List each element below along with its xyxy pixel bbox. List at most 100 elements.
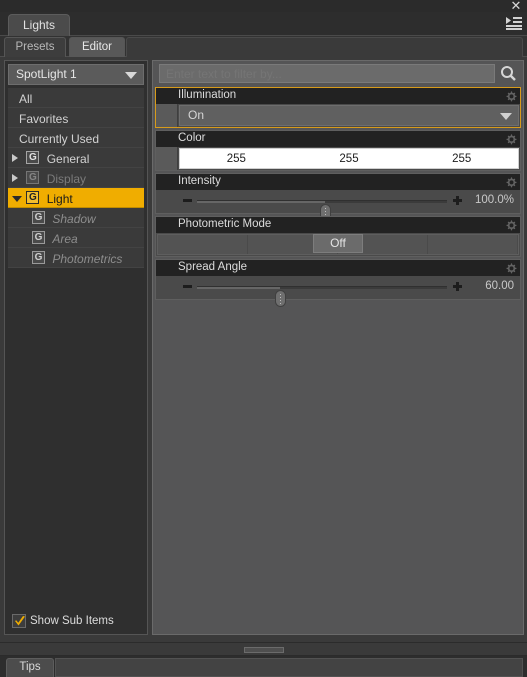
group-badge-icon: G	[32, 251, 45, 265]
sidebar-item-label: Favorites	[19, 111, 69, 126]
tab-presets[interactable]: Presets	[4, 37, 66, 57]
sidebar-item-label: Shadow	[52, 211, 96, 226]
property-group-spread-angle: Spread Angle 60.00	[155, 259, 521, 307]
color-channel-g[interactable]: 255	[293, 149, 406, 168]
segment-slot[interactable]	[158, 235, 248, 254]
property-list: Illumination On Color 255 255 255 Intens…	[155, 87, 521, 632]
search-input[interactable]	[159, 64, 495, 83]
show-sub-items-checkbox[interactable]	[12, 614, 26, 628]
intensity-slider-fill	[197, 201, 325, 203]
spread-angle-slider-row: 60.00	[156, 276, 520, 307]
sidebar-item-all[interactable]: All	[8, 88, 144, 108]
chevron-down-icon	[500, 113, 512, 120]
property-row: 255 255 255	[156, 147, 520, 170]
properties-panel: Illumination On	[152, 60, 524, 635]
group-badge-icon: G	[26, 171, 40, 185]
sidebar-item-currently-used[interactable]: Currently Used	[8, 128, 144, 148]
gear-icon[interactable]	[505, 176, 517, 188]
triangle-right-icon[interactable]	[12, 168, 23, 188]
property-header: Color	[156, 131, 520, 147]
sidebar-item-photometrics[interactable]: G Photometrics	[8, 248, 144, 268]
decrement-icon[interactable]	[183, 199, 192, 202]
editor-body: SpotLight 1 All Favorites Currently Used…	[0, 57, 527, 641]
window-title-strip: ✕	[0, 0, 527, 12]
spread-angle-slider-thumb[interactable]	[274, 290, 286, 307]
sidebar-item-light[interactable]: G Light	[8, 188, 144, 208]
decrement-icon[interactable]	[183, 285, 192, 288]
property-header: Illumination	[156, 88, 520, 104]
tab-lights[interactable]: Lights	[8, 14, 70, 36]
group-badge-icon: G	[32, 231, 45, 245]
property-title: Color	[178, 132, 206, 144]
group-badge-icon: G	[26, 191, 40, 205]
primary-tab-bar: Lights	[0, 12, 527, 36]
sidebar-item-label: General	[46, 151, 90, 166]
tab-editor[interactable]: Editor	[69, 37, 125, 57]
panel-splitter[interactable]	[0, 642, 527, 656]
property-title: Intensity	[178, 175, 221, 187]
triangle-right-icon[interactable]	[12, 148, 23, 168]
spread-angle-slider-fill	[197, 287, 280, 289]
property-group-intensity: Intensity 100.0%	[155, 173, 521, 221]
sidebar-item-shadow[interactable]: G Shadow	[8, 208, 144, 228]
property-title: Spread Angle	[178, 261, 248, 273]
color-channel-r[interactable]: 255	[180, 149, 293, 168]
sidebar-item-label: All	[19, 91, 33, 106]
color-channel-b[interactable]: 255	[405, 149, 518, 168]
tips-content-area	[55, 658, 523, 677]
splitter-grip[interactable]	[243, 647, 284, 653]
gear-icon[interactable]	[505, 219, 517, 231]
gear-icon[interactable]	[505, 262, 517, 274]
intensity-slider-track[interactable]	[197, 200, 447, 221]
chevron-down-icon	[125, 72, 137, 79]
sidebar-item-display[interactable]: G Display	[8, 168, 144, 188]
filter-bar	[153, 61, 523, 85]
light-selector-dropdown[interactable]: SpotLight 1	[8, 64, 144, 85]
property-title: Illumination	[178, 89, 237, 101]
sidebar-item-label: Currently Used	[19, 131, 100, 146]
category-sidebar: SpotLight 1 All Favorites Currently Used…	[4, 60, 148, 635]
hamburger-menu-icon[interactable]	[505, 15, 523, 32]
sidebar-item-label: Area	[52, 231, 78, 246]
sidebar-item-label: Display	[46, 171, 87, 186]
sidebar-item-label: Photometrics	[52, 251, 123, 266]
color-channel-fields: 255 255 255	[179, 148, 519, 169]
secondary-tab-bar: Presets Editor	[0, 36, 527, 57]
lights-window: Lights Presets Editor SpotLight 1 All Fa…	[0, 12, 527, 642]
gear-icon[interactable]	[505, 133, 517, 145]
illumination-value: On	[188, 108, 205, 122]
light-selector-value: SpotLight 1	[16, 67, 77, 81]
group-badge-icon: G	[26, 151, 40, 165]
search-icon[interactable]	[497, 64, 519, 83]
group-badge-icon: G	[32, 211, 45, 225]
intensity-slider-row: 100.0%	[156, 190, 520, 221]
color-swatch[interactable]	[156, 147, 178, 170]
property-title: Photometric Mode	[178, 218, 272, 230]
sidebar-item-label: Light	[46, 191, 73, 206]
property-header: Intensity	[156, 174, 520, 190]
property-header: Spread Angle	[156, 260, 520, 276]
triangle-down-icon[interactable]	[12, 188, 23, 208]
spread-angle-slider-track[interactable]	[197, 286, 447, 307]
property-header: Photometric Mode	[156, 217, 520, 233]
category-tree: All Favorites Currently Used G General G…	[8, 88, 144, 608]
show-sub-items-label: Show Sub Items	[30, 615, 114, 627]
sidebar-item-general[interactable]: G General	[8, 148, 144, 168]
tab-bar-filler	[126, 37, 523, 57]
spread-angle-value[interactable]: 60.00	[456, 280, 514, 292]
intensity-value[interactable]: 100.0%	[456, 194, 514, 206]
sidebar-item-favorites[interactable]: Favorites	[8, 108, 144, 128]
segment-slot[interactable]	[428, 235, 518, 254]
photometric-mode-row: Off	[156, 233, 520, 256]
gear-icon[interactable]	[505, 90, 517, 102]
sidebar-item-area[interactable]: G Area	[8, 228, 144, 248]
property-group-color: Color 255 255 255	[155, 130, 521, 171]
tips-tab-bar: Tips	[0, 656, 527, 677]
property-row: On	[156, 104, 520, 127]
property-group-illumination: Illumination On	[155, 87, 521, 128]
tab-tips[interactable]: Tips	[6, 658, 54, 677]
photometric-mode-button[interactable]: Off	[313, 234, 363, 253]
illumination-dropdown[interactable]: On	[179, 105, 519, 126]
show-sub-items-row[interactable]: Show Sub Items	[8, 610, 144, 632]
property-group-photometric-mode: Photometric Mode Off	[155, 216, 521, 257]
